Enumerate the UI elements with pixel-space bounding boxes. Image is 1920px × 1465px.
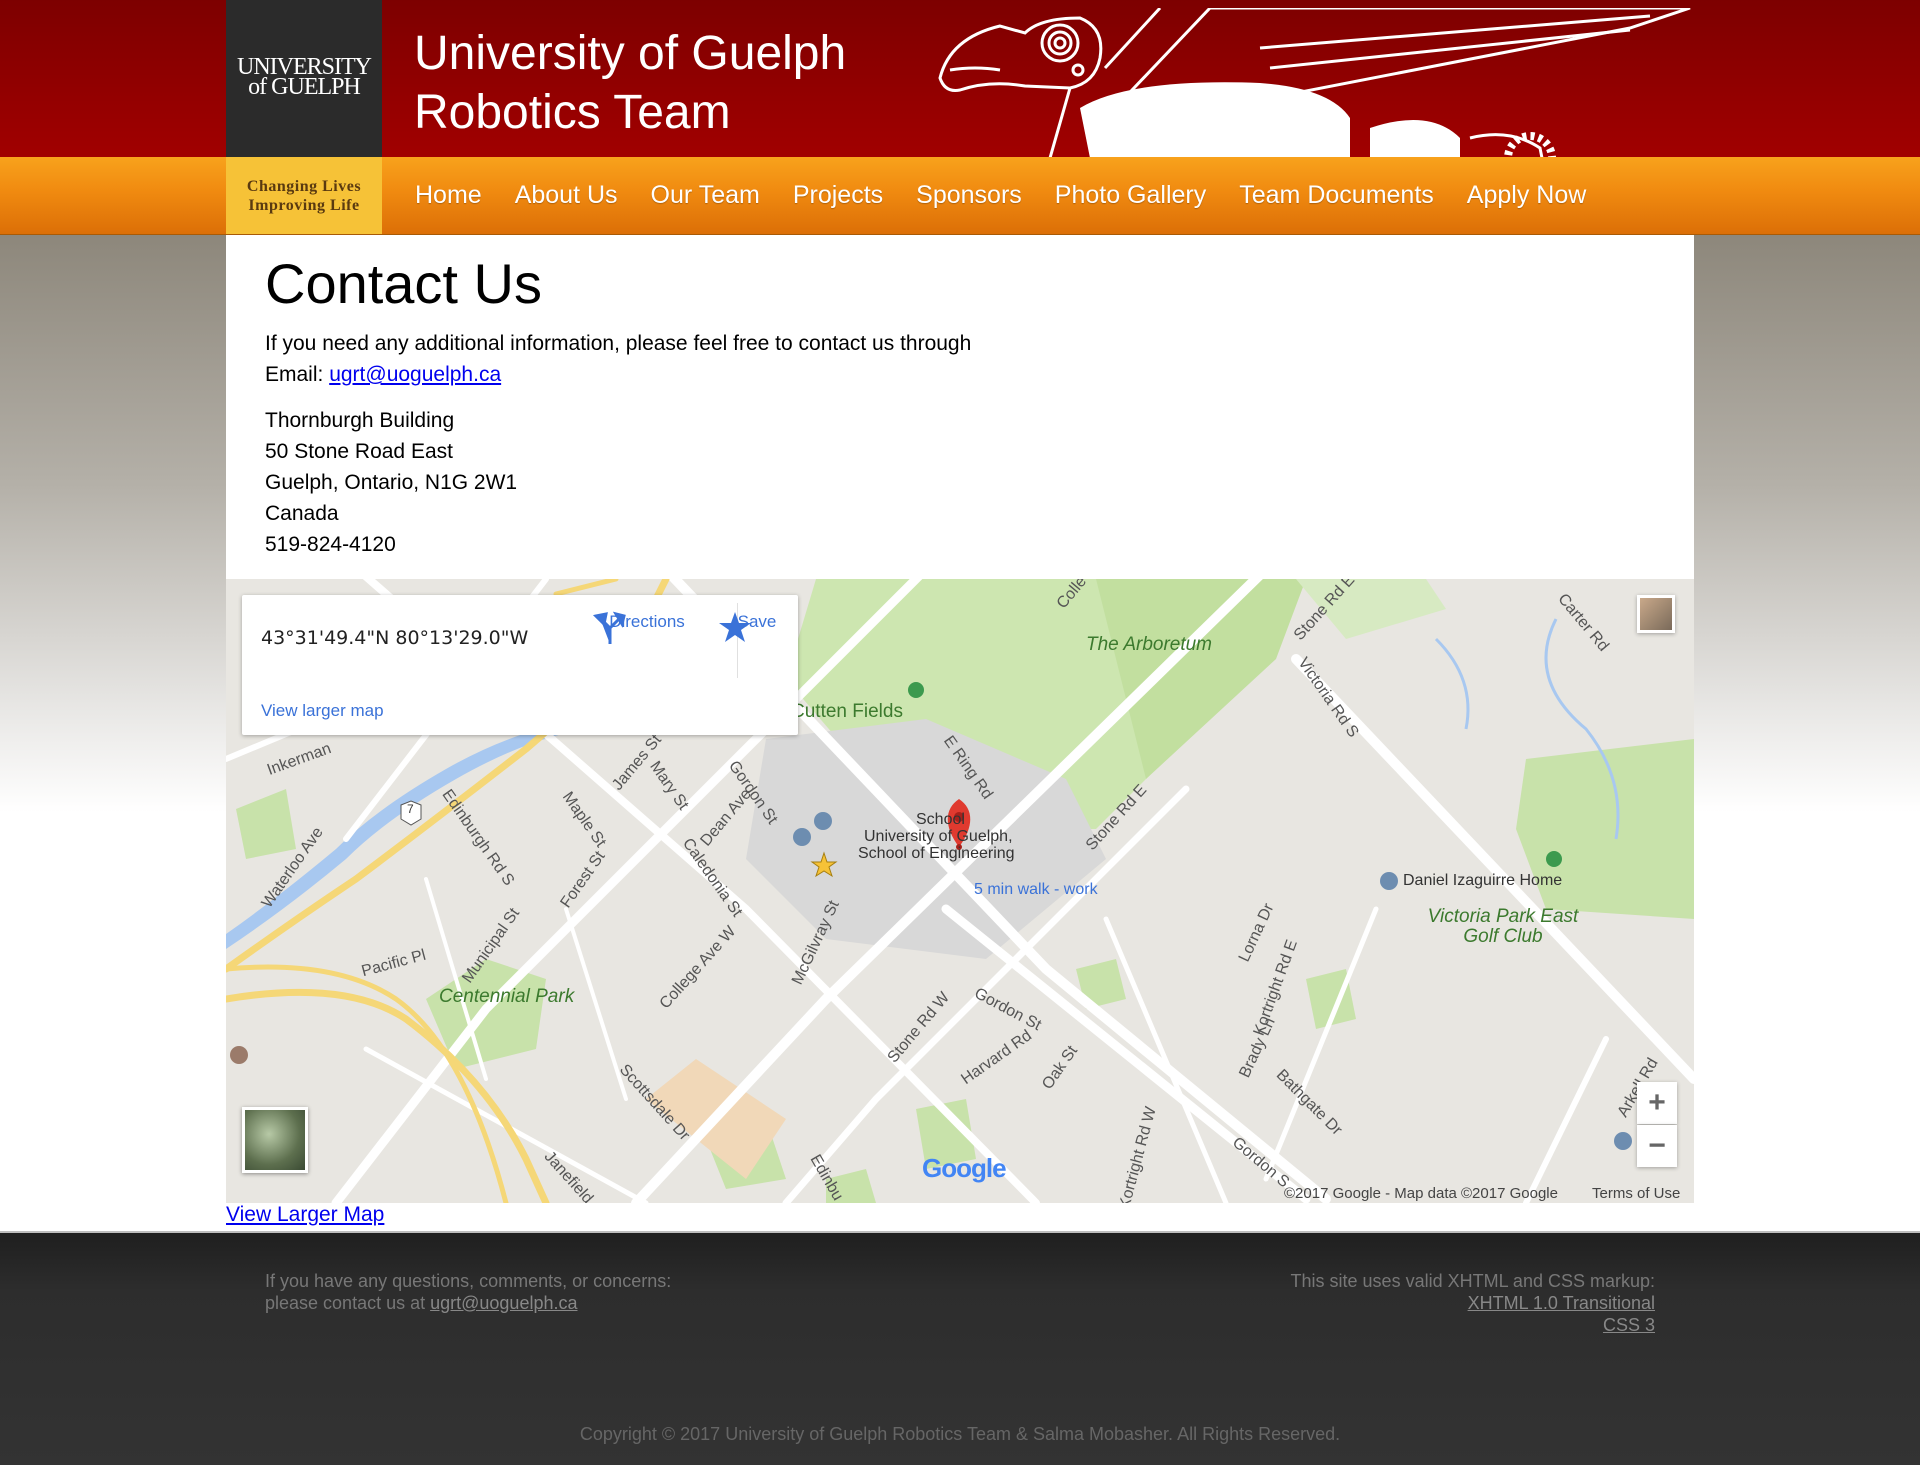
map-coordinates: 43°31'49.4"N 80°13'29.0"W (261, 627, 529, 649)
footer-question-line: If you have any questions, comments, or … (265, 1271, 672, 1291)
embedded-map[interactable]: The Arboretum Centennial Park Victoria P… (226, 579, 1694, 1203)
nav-projects[interactable]: Projects (793, 181, 883, 210)
terms-of-use-link[interactable]: Terms of Use (1592, 1185, 1680, 1202)
nav-our-team[interactable]: Our Team (651, 181, 760, 210)
view-larger-map-link[interactable]: View Larger Map (226, 1203, 384, 1227)
nav-sponsors[interactable]: Sponsors (916, 181, 1022, 210)
view-larger-map-card-link[interactable]: View larger map (261, 701, 384, 721)
map-info-card: 43°31'49.4"N 80°13'29.0"W Directions Sav… (242, 595, 798, 735)
footer-contact-text: If you have any questions, comments, or … (265, 1270, 671, 1314)
email-line: Email: ugrt@uoguelph.ca (265, 363, 501, 387)
google-logo: Google (922, 1153, 1007, 1183)
phone-number: 519-824-4120 (265, 533, 396, 556)
map-label-izaguirre: Daniel Izaguirre Home (1403, 872, 1563, 889)
footer-validation: This site uses valid XHTML and CSS marku… (1291, 1270, 1655, 1336)
tagline-line1: Changing Lives (246, 178, 362, 195)
nav-apply-now[interactable]: Apply Now (1467, 181, 1587, 210)
footer: If you have any questions, comments, or … (0, 1233, 1920, 1465)
map-label-university: University of Guelph, (864, 828, 1013, 845)
highway-7-shield: 7 (407, 802, 414, 816)
address-country: Canada (265, 502, 339, 525)
main-nav: Home About Us Our Team Projects Sponsors… (382, 157, 1586, 234)
directions-button[interactable]: Directions (592, 610, 702, 644)
nav-photo-gallery[interactable]: Photo Gallery (1055, 181, 1206, 210)
map-attribution: ©2017 Google - Map data ©2017 Google (1284, 1185, 1558, 1202)
footer-contact-prefix: please contact us at (265, 1293, 431, 1313)
main-content: Contact Us If you need any additional in… (226, 235, 1694, 1231)
footer-validation-text: This site uses valid XHTML and CSS marku… (1290, 1271, 1655, 1291)
page-title: Contact Us (265, 252, 542, 315)
person-photo-icon (1640, 598, 1672, 630)
street-view-avatar[interactable] (1637, 595, 1675, 633)
nav-about-us[interactable]: About Us (515, 181, 618, 210)
copyright-text: Copyright © 2017 University of Guelph Ro… (579, 1424, 1341, 1444)
map-label-arboretum: The Arboretum (1086, 634, 1213, 655)
contact-intro: If you need any additional information, … (265, 332, 972, 355)
nav-home[interactable]: Home (415, 181, 482, 210)
logo-text-guelph: of GUELPH (248, 74, 361, 100)
email-link[interactable]: ugrt@uoguelph.ca (329, 363, 501, 386)
map-pin-label[interactable]: 5 min walk - work (974, 881, 1098, 899)
griffin-icon (938, 8, 1691, 158)
map-label-school-of-engineering: School of Engineering (858, 845, 1015, 862)
email-label: Email: (265, 363, 330, 386)
star-icon (719, 612, 751, 642)
nav-team-documents[interactable]: Team Documents (1239, 181, 1434, 210)
address-line-2: 50 Stone Road East (265, 440, 453, 463)
zoom-in-button[interactable]: + (1637, 1082, 1677, 1124)
map-label-victoria-park-golf: Victoria Park East Golf Club (1427, 906, 1579, 947)
xhtml-link[interactable]: XHTML 1.0 Transitional (1468, 1293, 1655, 1313)
address-line-1: Thornburgh Building (265, 409, 455, 432)
site-title-line1: University of Guelph (414, 27, 847, 80)
satellite-toggle[interactable] (242, 1107, 308, 1173)
map-label-school: School (916, 811, 965, 828)
save-button[interactable]: Save (717, 610, 797, 642)
university-logo[interactable]: UNIVERSITY of GUELPH (226, 0, 382, 157)
site-title-line2: Robotics Team (414, 86, 731, 139)
footer-email-link[interactable]: ugrt@uoguelph.ca (430, 1293, 577, 1313)
css-link[interactable]: CSS 3 (1603, 1315, 1655, 1335)
map-label-centennial-park: Centennial Park (439, 986, 575, 1007)
zoom-out-button[interactable]: − (1637, 1125, 1677, 1167)
map-label-cutten-fields: Cutten Fields (791, 701, 903, 722)
directions-icon (592, 611, 626, 644)
tagline-badge: Changing Lives Improving Life (226, 157, 382, 234)
site-title: University of Guelph Robotics Team (414, 24, 846, 142)
address-line-3: Guelph, Ontario, N1G 2W1 (265, 471, 518, 494)
tagline-line2: Improving Life (248, 197, 360, 214)
